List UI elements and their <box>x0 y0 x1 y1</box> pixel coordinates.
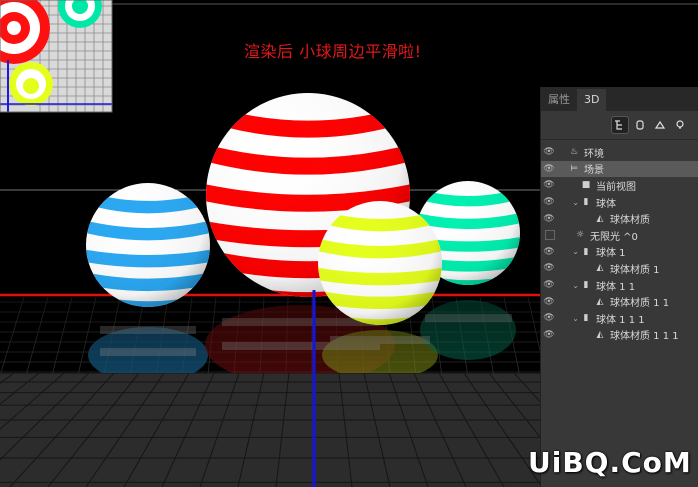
camera-icon: ■ <box>581 180 591 191</box>
layer-row-sphere-material-1-1[interactable]: 👁 ◭ 球体材质 1 1 <box>541 293 698 310</box>
light-filter-icon[interactable] <box>672 117 688 133</box>
material-icon: ◭ <box>596 329 604 340</box>
eye-icon[interactable]: 👁 <box>541 214 557 224</box>
layer-row-sphere[interactable]: 👁 ⌄ ▮ 球体 <box>541 194 698 211</box>
eye-hidden-icon[interactable] <box>545 230 555 241</box>
chevron-down-icon[interactable]: ⌄ <box>557 314 579 323</box>
tab-3d[interactable]: 3D <box>577 89 607 111</box>
chevron-down-icon[interactable]: ⌄ <box>557 198 579 207</box>
render-caption: 渲染后 小球周边平滑啦! <box>244 42 422 61</box>
layer-row-infinite-light[interactable]: ☼ 无限光 ^0 <box>541 227 698 244</box>
layer-row-sphere-material-1-1-1[interactable]: 👁 ◭ 球体材质 1 1 1 <box>541 327 698 344</box>
sphere-blue[interactable] <box>80 180 220 314</box>
panel-tabs: 属性 3D <box>541 87 698 111</box>
layer-row-sphere-1[interactable]: 👁 ⌄ ▮ 球体 1 <box>541 244 698 261</box>
material-icon: ◭ <box>596 296 604 307</box>
eye-icon[interactable]: 👁 <box>541 280 557 290</box>
scene-filter-icon[interactable] <box>611 116 629 134</box>
chevron-down-icon[interactable]: ⌄ <box>557 247 579 256</box>
mesh-icon: ▮ <box>583 280 589 291</box>
eye-icon[interactable]: 👁 <box>541 197 557 207</box>
tab-properties[interactable]: 属性 <box>541 89 577 111</box>
scene-icon: ⊨ <box>570 163 578 174</box>
material-icon: ◭ <box>596 213 604 224</box>
secondary-view-preview[interactable] <box>0 0 113 113</box>
material-filter-icon[interactable] <box>652 117 668 133</box>
eye-icon[interactable]: 👁 <box>541 330 557 340</box>
panel-separator <box>541 139 698 140</box>
3d-panel[interactable]: 属性 3D 👁 ♨ 环境 👁 ⊨ 场景 👁 ■ 当前视图 👁 ⌄ ▮ 球体 👁 … <box>540 87 698 487</box>
watermark-logo: UiBQ.CoM <box>528 446 692 479</box>
layer-row-current-view[interactable]: 👁 ■ 当前视图 <box>541 177 698 194</box>
eye-icon[interactable]: 👁 <box>541 263 557 273</box>
layer-row-sphere-1-1-1[interactable]: 👁 ⌄ ▮ 球体 1 1 1 <box>541 310 698 327</box>
mesh-icon: ▮ <box>583 197 589 208</box>
ball-reflections <box>0 297 540 373</box>
layer-row-environment[interactable]: 👁 ♨ 环境 <box>541 144 698 161</box>
material-icon: ◭ <box>596 263 604 274</box>
environment-icon: ♨ <box>569 147 579 158</box>
mesh-icon: ▮ <box>583 313 589 324</box>
eye-icon[interactable]: 👁 <box>541 297 557 307</box>
eye-icon[interactable]: 👁 <box>541 164 557 174</box>
eye-icon[interactable]: 👁 <box>541 313 557 323</box>
eye-icon[interactable]: 👁 <box>541 180 557 190</box>
layer-row-sphere-1-1[interactable]: 👁 ⌄ ▮ 球体 1 1 <box>541 277 698 294</box>
layer-row-sphere-material-1[interactable]: 👁 ◭ 球体材质 1 <box>541 260 698 277</box>
chevron-down-icon[interactable]: ⌄ <box>557 281 579 290</box>
mesh-icon: ▮ <box>583 246 589 257</box>
panel-toolbar <box>541 111 698 139</box>
eye-icon[interactable]: 👁 <box>541 147 557 157</box>
eye-icon[interactable]: 👁 <box>541 247 557 257</box>
layer-row-scene[interactable]: 👁 ⊨ 场景 <box>541 160 698 178</box>
layer-tree: 👁 ♨ 环境 👁 ⊨ 场景 👁 ■ 当前视图 👁 ⌄ ▮ 球体 👁 ◭ 球体材质… <box>541 144 698 343</box>
mesh-filter-icon[interactable] <box>632 117 648 133</box>
light-icon: ☼ <box>575 230 585 241</box>
layer-row-sphere-material[interactable]: 👁 ◭ 球体材质 <box>541 210 698 227</box>
